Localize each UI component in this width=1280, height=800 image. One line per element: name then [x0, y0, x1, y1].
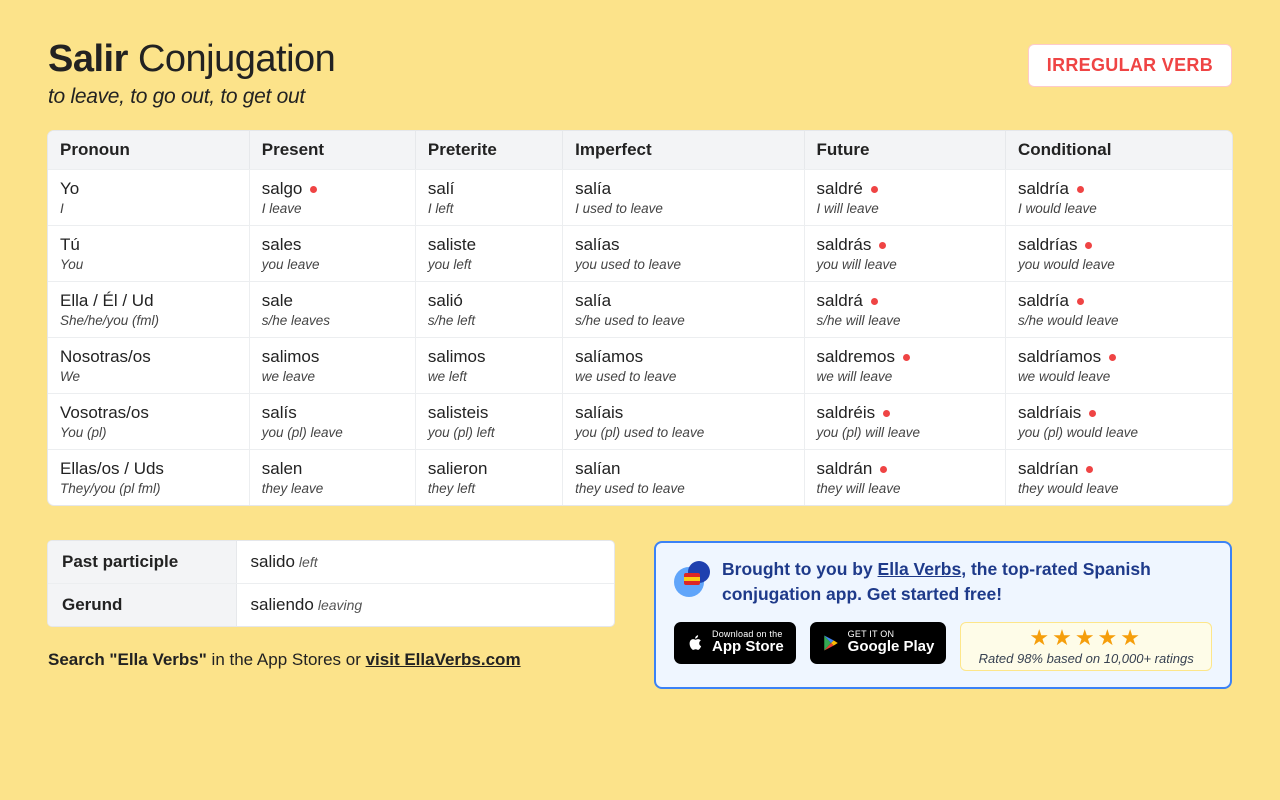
- pronoun-cell: YoI: [48, 170, 249, 226]
- app-store-button[interactable]: Download on the App Store: [674, 622, 796, 664]
- gerund-label: Gerund: [48, 584, 236, 627]
- pronoun-cell: Ellas/os / UdsThey/you (pl fml): [48, 450, 249, 506]
- irregular-dot-icon: [1089, 410, 1096, 417]
- column-header: Preterite: [415, 131, 562, 170]
- conjugation-cell: salíaisyou (pl) used to leave: [563, 394, 804, 450]
- irregular-dot-icon: [1109, 354, 1116, 361]
- conjugation-cell: saldrá s/he will leave: [804, 282, 1005, 338]
- conjugation-cell: saldremos we will leave: [804, 338, 1005, 394]
- column-header: Conditional: [1005, 131, 1232, 170]
- conjugation-cell: saldré I will leave: [804, 170, 1005, 226]
- irregular-dot-icon: [1086, 466, 1093, 473]
- conjugation-cell: salíI left: [415, 170, 562, 226]
- pronoun-cell: Nosotras/osWe: [48, 338, 249, 394]
- column-header: Future: [804, 131, 1005, 170]
- search-hint: Search "Ella Verbs" in the App Stores or…: [48, 650, 614, 670]
- conjugation-cell: salíaI used to leave: [563, 170, 804, 226]
- star-icons: ★★★★★: [1029, 627, 1143, 649]
- conjugation-cell: saldrán they will leave: [804, 450, 1005, 506]
- table-row: YoIsalgo I leavesalíI leftsalíaI used to…: [48, 170, 1232, 226]
- verb-name: Salir: [48, 38, 128, 80]
- irregular-dot-icon: [883, 410, 890, 417]
- page-title: Salir Conjugation: [48, 38, 335, 81]
- rating-box: ★★★★★ Rated 98% based on 10,000+ ratings: [960, 622, 1212, 671]
- conjugation-cell: saldrían they would leave: [1005, 450, 1232, 506]
- conjugation-cell: saldrías you would leave: [1005, 226, 1232, 282]
- irregular-dot-icon: [1077, 298, 1084, 305]
- google-play-button[interactable]: GET IT ON Google Play: [810, 622, 947, 664]
- conjugation-cell: saliós/he left: [415, 282, 562, 338]
- pronoun-cell: Vosotras/osYou (pl): [48, 394, 249, 450]
- promo-panel: Brought to you by Ella Verbs, the top-ra…: [654, 541, 1232, 689]
- irregular-dot-icon: [310, 186, 317, 193]
- irregular-dot-icon: [1085, 242, 1092, 249]
- conjugation-cell: salgo I leave: [249, 170, 415, 226]
- column-header: Present: [249, 131, 415, 170]
- conjugation-cell: sales/he leaves: [249, 282, 415, 338]
- apple-icon: [686, 633, 704, 653]
- conjugation-cell: saldríamos we would leave: [1005, 338, 1232, 394]
- conjugation-cell: salenthey leave: [249, 450, 415, 506]
- conjugation-table: PronounPresentPreteriteImperfectFutureCo…: [48, 131, 1232, 505]
- conjugation-cell: salisteyou left: [415, 226, 562, 282]
- conjugation-cell: saldría I would leave: [1005, 170, 1232, 226]
- ella-verbs-link[interactable]: Ella Verbs: [878, 559, 962, 579]
- irregular-dot-icon: [879, 242, 886, 249]
- table-row: Nosotras/osWesalimoswe leavesalimoswe le…: [48, 338, 1232, 394]
- conjugation-cell: salíamoswe used to leave: [563, 338, 804, 394]
- irregular-dot-icon: [903, 354, 910, 361]
- table-row: TúYousalesyou leavesalisteyou leftsalías…: [48, 226, 1232, 282]
- table-row: Ellas/os / UdsThey/you (pl fml)salenthey…: [48, 450, 1232, 506]
- conjugation-cell: salimoswe left: [415, 338, 562, 394]
- conjugation-cell: salieronthey left: [415, 450, 562, 506]
- irregular-dot-icon: [871, 298, 878, 305]
- irregular-dot-icon: [1077, 186, 1084, 193]
- conjugation-cell: salísyou (pl) leave: [249, 394, 415, 450]
- conjugation-cell: saldréis you (pl) will leave: [804, 394, 1005, 450]
- gerund-value: saliendoleaving: [236, 584, 614, 627]
- conjugation-cell: saldríais you (pl) would leave: [1005, 394, 1232, 450]
- verb-translation: to leave, to go out, to get out: [48, 85, 335, 109]
- conjugation-cell: saldría s/he would leave: [1005, 282, 1232, 338]
- conjugation-cell: salíanthey used to leave: [563, 450, 804, 506]
- pronoun-cell: TúYou: [48, 226, 249, 282]
- promo-text: Brought to you by Ella Verbs, the top-ra…: [722, 557, 1212, 608]
- conjugation-cell: salíasyou used to leave: [563, 226, 804, 282]
- conjugation-cell: saldrás you will leave: [804, 226, 1005, 282]
- irregular-dot-icon: [880, 466, 887, 473]
- conjugation-cell: salisteisyou (pl) left: [415, 394, 562, 450]
- title-suffix: Conjugation: [138, 38, 335, 80]
- pronoun-cell: Ella / Él / UdShe/he/you (fml): [48, 282, 249, 338]
- column-header: Imperfect: [563, 131, 804, 170]
- participle-table: Past participle salidoleft Gerund salien…: [48, 541, 614, 626]
- conjugation-cell: salías/he used to leave: [563, 282, 804, 338]
- table-row: Vosotras/osYou (pl)salísyou (pl) leavesa…: [48, 394, 1232, 450]
- past-participle-value: salidoleft: [236, 541, 614, 584]
- table-row: Ella / Él / UdShe/he/you (fml)sales/he l…: [48, 282, 1232, 338]
- past-participle-label: Past participle: [48, 541, 236, 584]
- app-logo-icon: [674, 561, 710, 597]
- column-header: Pronoun: [48, 131, 249, 170]
- irregular-badge: IRREGULAR VERB: [1028, 44, 1232, 87]
- conjugation-cell: salimoswe leave: [249, 338, 415, 394]
- visit-link[interactable]: visit EllaVerbs.com: [366, 650, 521, 669]
- google-play-icon: [822, 633, 840, 653]
- irregular-dot-icon: [871, 186, 878, 193]
- conjugation-cell: salesyou leave: [249, 226, 415, 282]
